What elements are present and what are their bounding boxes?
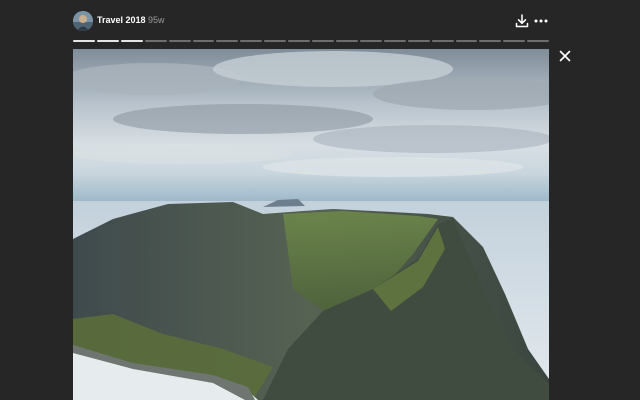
progress-segment <box>288 40 311 42</box>
progress-segment <box>96 40 119 42</box>
progress-segment <box>479 40 502 42</box>
progress-segment <box>73 40 95 42</box>
close-icon <box>559 50 571 62</box>
progress-segment <box>503 40 526 42</box>
progress-segment <box>216 40 239 42</box>
landscape-image <box>73 49 549 400</box>
more-options-button[interactable] <box>530 10 552 32</box>
progress-segment <box>335 40 358 42</box>
more-icon <box>534 19 548 23</box>
download-icon <box>515 14 529 28</box>
progress-segment <box>359 40 382 42</box>
story-title[interactable]: Travel 2018 <box>97 15 146 25</box>
progress-segment <box>240 40 263 42</box>
progress-segment <box>407 40 430 42</box>
progress-segment <box>527 40 550 42</box>
progress-segment <box>168 40 191 42</box>
progress-segment <box>431 40 454 42</box>
progress-segment <box>264 40 287 42</box>
story-progress-bar <box>73 40 550 42</box>
progress-segment <box>312 40 334 42</box>
story-age: 95w <box>148 15 165 25</box>
avatar[interactable] <box>73 11 93 31</box>
avatar-image <box>73 11 93 31</box>
progress-segment <box>144 40 167 42</box>
progress-segment <box>120 40 143 42</box>
story-photo[interactable] <box>73 49 549 400</box>
close-button[interactable] <box>556 47 574 65</box>
story-header: Travel 2018 95w <box>73 10 549 32</box>
progress-segment <box>455 40 478 42</box>
progress-segment <box>383 40 406 42</box>
progress-segment <box>192 40 215 42</box>
